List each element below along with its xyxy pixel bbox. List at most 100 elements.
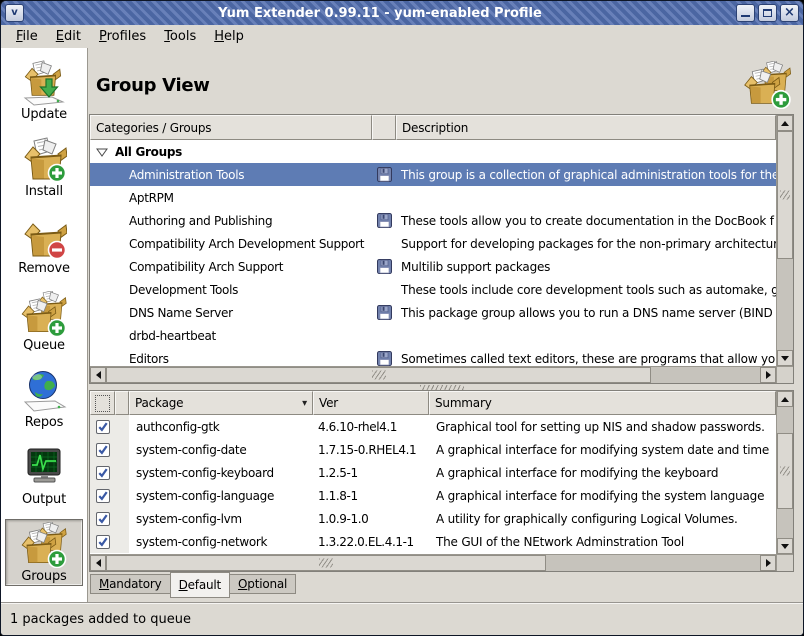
sidebar-item-update[interactable]: Update xyxy=(5,57,83,124)
group-row[interactable]: AptRPM xyxy=(90,186,776,209)
scroll-right-button[interactable] xyxy=(760,367,776,383)
package-checkbox[interactable] xyxy=(96,443,110,457)
package-summary: A graphical interface for modifying the … xyxy=(429,484,776,507)
focus-rectangle xyxy=(96,396,109,411)
arrow-right-icon xyxy=(766,371,771,379)
group-tree-pane: Categories / Groups Description All Grou… xyxy=(89,114,794,384)
package-row[interactable]: system-config-keyboard 1.2.5-1 A graphic… xyxy=(90,461,776,484)
window-title: Yum Extender 0.99.11 - yum-enabled Profi… xyxy=(24,6,736,21)
window-menu-button[interactable]: v xyxy=(5,4,24,22)
menu-file[interactable]: File xyxy=(7,26,47,47)
package-checkbox[interactable] xyxy=(96,420,110,434)
package-version: 1.1.8-1 xyxy=(313,484,429,507)
sidebar-item-queue[interactable]: Queue xyxy=(5,288,83,355)
sidebar-item-remove[interactable]: Remove xyxy=(5,211,83,278)
check-icon xyxy=(97,420,109,433)
package-version: 1.0.9-1.0 xyxy=(313,507,429,530)
sidebar-item-output[interactable]: Output xyxy=(5,442,83,509)
maximize-icon xyxy=(763,9,772,17)
sidebar-item-install[interactable]: Install xyxy=(5,134,83,201)
group-row[interactable]: Compatibility Arch Support Multilib supp… xyxy=(90,255,776,278)
expander-open-icon[interactable] xyxy=(96,147,108,157)
scroll-left-button[interactable] xyxy=(90,367,106,383)
scroll-up-button[interactable] xyxy=(777,115,793,131)
update-box-icon xyxy=(21,60,67,106)
arrow-left-icon xyxy=(96,559,101,567)
installed-floppy-icon xyxy=(377,167,392,182)
statusbar: 1 packages added to queue xyxy=(1,602,803,635)
package-checkbox[interactable] xyxy=(96,466,110,480)
tab-optional[interactable]: Optional xyxy=(230,574,296,594)
scroll-down-button[interactable] xyxy=(777,538,793,554)
column-header-package[interactable]: Package ▾ xyxy=(129,391,313,415)
group-description: These tools allow you to create document… xyxy=(396,214,776,228)
package-checkbox[interactable] xyxy=(96,489,110,503)
menu-tools[interactable]: Tools xyxy=(155,26,205,47)
maximize-button[interactable] xyxy=(758,4,777,22)
group-horizontal-scrollbar[interactable] xyxy=(90,366,776,383)
arrow-left-icon xyxy=(96,371,101,379)
group-row[interactable]: drbd-heartbeat xyxy=(90,324,776,347)
arrow-right-icon xyxy=(766,559,771,567)
package-checkbox[interactable] xyxy=(96,512,110,526)
package-row[interactable]: system-config-date 1.7.15-0.RHEL4.1 A gr… xyxy=(90,438,776,461)
installed-floppy-icon xyxy=(377,213,392,228)
column-header-summary[interactable]: Summary xyxy=(429,391,776,415)
scroll-down-button[interactable] xyxy=(777,350,793,366)
scroll-left-button[interactable] xyxy=(90,555,106,571)
menu-profiles[interactable]: Profiles xyxy=(90,26,155,47)
package-row[interactable]: system-config-network 1.3.22.0.EL.4.1-1 … xyxy=(90,530,776,553)
package-name: system-config-language xyxy=(129,484,313,507)
group-row[interactable]: Development Tools These tools include co… xyxy=(90,278,776,301)
scrollbar-thumb[interactable] xyxy=(777,433,793,509)
package-checkbox[interactable] xyxy=(96,535,110,549)
column-header-description[interactable]: Description xyxy=(396,115,776,140)
scrollbar-thumb[interactable] xyxy=(106,367,651,383)
minimize-button[interactable] xyxy=(736,4,755,22)
package-row[interactable]: system-config-lvm 1.0.9-1.0 A utility fo… xyxy=(90,507,776,530)
scroll-right-button[interactable] xyxy=(760,555,776,571)
column-header-icon[interactable] xyxy=(372,115,396,140)
group-name: DNS Name Server xyxy=(90,306,372,320)
titlebar[interactable]: v Yum Extender 0.99.11 - yum-enabled Pro… xyxy=(1,1,803,25)
package-row[interactable]: system-config-language 1.1.8-1 A graphic… xyxy=(90,484,776,507)
scrollbar-thumb[interactable] xyxy=(106,555,546,571)
scroll-up-button[interactable] xyxy=(777,391,793,407)
scrollbar-thumb[interactable] xyxy=(777,131,793,259)
group-vertical-scrollbar[interactable] xyxy=(776,115,793,366)
group-row[interactable]: DNS Name Server This package group allow… xyxy=(90,301,776,324)
menu-help[interactable]: Help xyxy=(205,26,253,47)
arrow-down-icon xyxy=(781,356,789,361)
queue-boxes-icon xyxy=(21,291,67,337)
column-header-ver[interactable]: Ver xyxy=(313,391,429,415)
package-summary: The GUI of the NEtwork Adminstration Too… xyxy=(429,530,776,553)
group-row[interactable]: Administration Tools This group is a col… xyxy=(90,163,776,186)
column-header-categories[interactable]: Categories / Groups xyxy=(90,115,372,140)
package-horizontal-scrollbar[interactable] xyxy=(90,554,776,571)
group-row[interactable]: Authoring and Publishing These tools all… xyxy=(90,209,776,232)
sidebar-item-repos[interactable]: Repos xyxy=(5,365,83,432)
sidebar-item-label: Update xyxy=(21,107,67,122)
window-menu-icon: v xyxy=(11,8,18,18)
group-name: Compatibility Arch Support xyxy=(90,260,372,274)
sidebar-item-groups[interactable]: Groups xyxy=(5,519,83,586)
tab-default[interactable]: Default xyxy=(170,572,230,598)
sidebar-item-label: Queue xyxy=(23,338,65,353)
group-root-row[interactable]: All Groups xyxy=(90,140,776,163)
package-vertical-scrollbar[interactable] xyxy=(776,391,793,554)
install-box-icon xyxy=(21,137,67,183)
column-header-spacer[interactable] xyxy=(115,391,129,415)
close-button[interactable]: × xyxy=(780,4,799,22)
column-header-checkbox[interactable] xyxy=(90,391,115,415)
package-summary: Graphical tool for setting up NIS and sh… xyxy=(429,415,776,438)
group-description: This group is a collection of graphical … xyxy=(396,168,776,182)
tab-mandatory[interactable]: Mandatory xyxy=(90,574,171,594)
menu-edit[interactable]: Edit xyxy=(47,26,90,47)
package-version: 1.2.5-1 xyxy=(313,461,429,484)
package-row[interactable]: authconfig-gtk 4.6.10-rhel4.1 Graphical … xyxy=(90,415,776,438)
sidebar-item-label: Remove xyxy=(18,261,70,276)
group-row[interactable]: Compatibility Arch Development Support S… xyxy=(90,232,776,255)
package-name: authconfig-gtk xyxy=(129,415,313,438)
group-row[interactable]: Editors Sometimes called text editors, t… xyxy=(90,347,776,366)
sidebar-item-label: Output xyxy=(22,492,66,507)
